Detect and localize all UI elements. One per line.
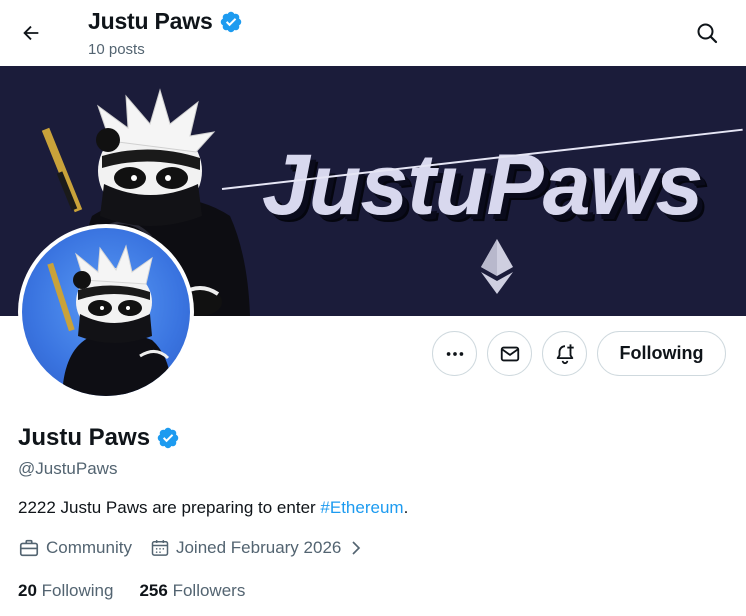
message-button[interactable] (487, 331, 532, 376)
profile-avatar[interactable] (18, 224, 194, 400)
following-button[interactable]: Following (597, 331, 726, 376)
profile-name-row: Justu Paws (18, 424, 180, 452)
header-name: Justu Paws (88, 8, 213, 34)
verified-badge-icon[interactable] (156, 426, 180, 450)
search-icon (697, 23, 718, 44)
profile-meta: Community Joined February 2026 (18, 537, 365, 559)
following-label: Following (41, 581, 114, 600)
briefcase-icon (19, 539, 39, 557)
bio-hashtag-link[interactable]: #Ethereum (320, 498, 403, 517)
profile-header: Justu Paws 10 posts (0, 0, 746, 66)
following-count-link[interactable]: 20 Following (18, 581, 113, 601)
profile-bio: 2222 Justu Paws are preparing to enter #… (18, 498, 408, 518)
profile-handle: @JustuPaws (18, 459, 118, 478)
joined-label: Joined February 2026 (175, 538, 342, 557)
back-button[interactable] (14, 16, 48, 50)
bio-text: 2222 Justu Paws are preparing to enter (18, 498, 321, 517)
more-button[interactable] (432, 331, 477, 376)
calendar-icon (151, 540, 169, 556)
arrow-left-icon (23, 25, 39, 41)
followers-count: 256 (139, 581, 168, 600)
chevron-right-icon (352, 541, 361, 555)
notifications-button[interactable] (542, 331, 587, 376)
profile-name: Justu Paws (18, 424, 151, 451)
joined-item[interactable]: Joined February 2026 (150, 538, 365, 558)
mail-icon (500, 346, 519, 361)
banner-wordmark: JustuPaws (262, 137, 703, 233)
header-titles: Justu Paws 10 posts (88, 8, 243, 58)
posts-count: 10 posts (88, 41, 145, 58)
avatar-panda-art (47, 244, 172, 396)
bell-plus-icon (556, 343, 574, 364)
profile-stats: 20 Following 256 Followers (18, 581, 271, 601)
followers-count-link[interactable]: 256 Followers (139, 581, 245, 601)
category-item: Community (18, 537, 132, 559)
more-icon (446, 351, 463, 356)
bio-end: . (403, 498, 409, 517)
following-count: 20 (18, 581, 37, 600)
category-label: Community (46, 538, 132, 557)
verified-badge-icon (220, 11, 241, 32)
ethereum-logo (481, 239, 513, 294)
search-button[interactable] (690, 16, 724, 50)
followers-label: Followers (172, 581, 246, 600)
